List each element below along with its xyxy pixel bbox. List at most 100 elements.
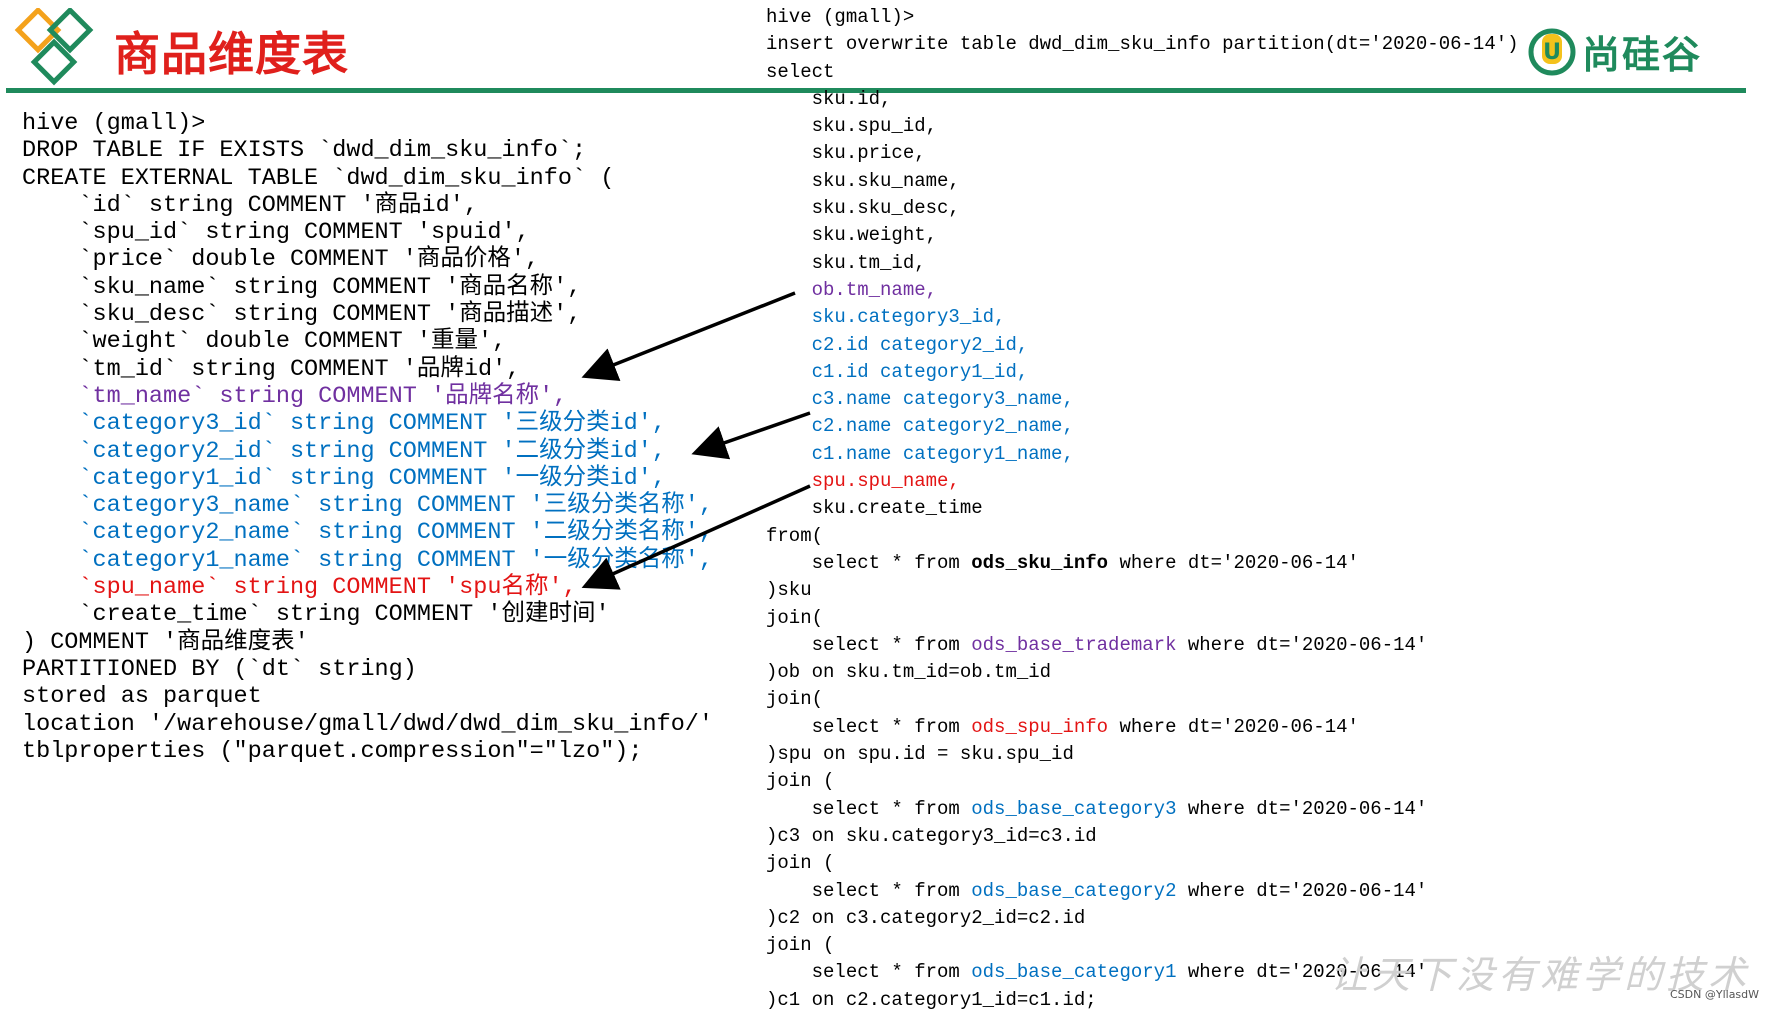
dml-line: sku.category3_id, (766, 304, 1519, 331)
dml-line: spu.spu_name, (766, 468, 1519, 495)
dml-segment: where dt='2020-06-14' (1176, 879, 1428, 902)
page-title: 商品维度表 (114, 27, 349, 81)
dml-line: )ob on sku.tm_id=ob.tm_id (766, 659, 1519, 686)
dml-segment: sku.sku_name, (766, 169, 960, 192)
brand-logo: U 尚硅谷 (1528, 24, 1702, 79)
dml-segment: where dt='2020-06-14' (1176, 633, 1428, 656)
dml-line: c2.id category2_id, (766, 332, 1519, 359)
dml-segment: join ( (766, 934, 835, 957)
dml-segment: select * from (766, 797, 972, 820)
dml-segment: select * from (766, 961, 972, 984)
dml-line: )c3 on sku.category3_id=c3.id (766, 823, 1519, 850)
dml-segment: where dt='2020-06-14' (1176, 797, 1428, 820)
dml-line: c1.name category1_name, (766, 441, 1519, 468)
dml-segment: ob.tm_name, (766, 278, 938, 301)
ddl-line: PARTITIONED BY (`dt` string) (22, 655, 417, 683)
dml-line: sku.tm_id, (766, 250, 1519, 277)
dml-line: sku.id, (766, 86, 1519, 113)
dml-segment: c1.id category1_id, (766, 360, 1029, 383)
ddl-line: `category3_name` string COMMENT '三级分类名称'… (22, 492, 713, 520)
ddl-line: `id` string COMMENT '商品id', (22, 191, 478, 219)
dml-line: sku.sku_desc, (766, 195, 1519, 222)
dml-segment: sku.spu_id, (766, 115, 938, 138)
dml-line: )sku (766, 577, 1519, 604)
ddl-line: `spu_id` string COMMENT 'spuid', (22, 219, 530, 247)
dml-line: sku.price, (766, 140, 1519, 167)
dml-line: )c2 on c3.category2_id=c2.id (766, 905, 1519, 932)
dml-segment: ods_base_trademark (971, 633, 1177, 656)
ddl-line: ) COMMENT '商品维度表' (22, 628, 309, 656)
dml-segment: from( (766, 524, 824, 547)
brand-name: 尚硅谷 (1582, 33, 1703, 77)
dml-line: select * from ods_base_trademark where d… (766, 632, 1519, 659)
dml-line: select * from ods_sku_info where dt='202… (766, 550, 1519, 577)
dml-segment: sku.weight, (766, 224, 938, 247)
dml-line: select * from ods_base_category3 where d… (766, 796, 1519, 823)
ddl-line: hive (gmall)> (22, 110, 206, 137)
dml-line: from( (766, 523, 1519, 550)
credit-text: CSDN @YllasdW (1670, 988, 1760, 1001)
dml-segment: select * from (766, 551, 972, 574)
brand-u-icon: U (1528, 28, 1576, 75)
dml-segment: sku.sku_desc, (766, 197, 960, 220)
dml-line: sku.create_time (766, 495, 1519, 522)
dml-segment: )c3 on sku.category3_id=c3.id (766, 824, 1097, 847)
dml-segment: join( (766, 688, 824, 711)
ddl-code-block: hive (gmall)> DROP TABLE IF EXISTS `dwd_d… (22, 110, 713, 765)
dml-line: )spu on spu.id = sku.spu_id (766, 741, 1519, 768)
ddl-line: `price` double COMMENT '商品价格', (22, 246, 540, 274)
dml-line: c2.name category2_name, (766, 413, 1519, 440)
dml-segment: c2.id category2_id, (766, 333, 1029, 356)
ddl-line: `category2_id` string COMMENT '二级分类id', (22, 437, 666, 465)
dml-segment: select * from (766, 715, 972, 738)
dml-segment: sku.category3_id, (766, 306, 1006, 329)
dml-segment: )c2 on c3.category2_id=c2.id (766, 906, 1086, 929)
dml-segment: ods_base_category2 (971, 879, 1177, 902)
dml-code-block: hive (gmall)> insert overwrite table dwd_… (766, 4, 1519, 1014)
dml-segment: ods_spu_info (971, 715, 1109, 738)
ddl-line: stored as parquet (22, 683, 262, 711)
dml-segment: sku.price, (766, 142, 926, 165)
dml-segment: )sku (766, 579, 812, 602)
ddl-line: `spu_name` string COMMENT 'spu名称', (22, 574, 577, 602)
dml-segment: select * from (766, 633, 972, 656)
ddl-line: `tm_name` string COMMENT '品牌名称', (22, 382, 568, 410)
dml-segment: )c1 on c2.category1_id=c1.id; (766, 988, 1097, 1011)
dml-line: sku.weight, (766, 222, 1519, 249)
dml-line: join( (766, 686, 1519, 713)
dml-segment: c2.name category2_name, (766, 415, 1074, 438)
dml-segment: ods_sku_info (971, 551, 1109, 574)
dml-line: select * from ods_spu_info where dt='202… (766, 714, 1519, 741)
dml-segment: join( (766, 606, 824, 629)
ddl-line: `category1_name` string COMMENT '一级分类名称'… (22, 546, 713, 574)
dml-line: c3.name category3_name, (766, 386, 1519, 413)
dml-line: ob.tm_name, (766, 277, 1519, 304)
dml-segment: c3.name category3_name, (766, 388, 1074, 411)
dml-segment: sku.create_time (766, 497, 983, 520)
dml-segment: where dt='2020-06-14' (1108, 551, 1359, 574)
dml-segment: ods_base_category1 (971, 961, 1177, 984)
dml-segment: c1.name category1_name, (766, 442, 1074, 465)
dml-line: sku.spu_id, (766, 113, 1519, 140)
dml-line: sku.sku_name, (766, 168, 1519, 195)
ddl-line: tblproperties ("parquet.compression"="lz… (22, 737, 643, 765)
ddl-line: `create_time` string COMMENT '创建时间' (22, 601, 610, 629)
dml-segment: sku.id, (766, 87, 892, 110)
dml-segment: join ( (766, 770, 835, 793)
ddl-line: `category2_name` string COMMENT '二级分类名称'… (22, 519, 713, 547)
dml-segment: where dt='2020-06-14' (1108, 715, 1359, 738)
dml-segment: join ( (766, 852, 835, 875)
ddl-line: `sku_name` string COMMENT '商品名称', (22, 273, 582, 301)
dml-segment: )ob on sku.tm_id=ob.tm_id (766, 661, 1052, 684)
dml-line: join ( (766, 850, 1519, 877)
ddl-line: DROP TABLE IF EXISTS `dwd_dim_sku_info`; (22, 137, 587, 165)
dml-line: select (766, 59, 1519, 86)
dml-line: select * from ods_base_category2 where d… (766, 878, 1519, 905)
diamond-logo-icon (14, 8, 94, 86)
dml-segment: select * from (766, 879, 972, 902)
ddl-line: `tm_id` string COMMENT '品牌id', (22, 355, 521, 383)
dml-line: c1.id category1_id, (766, 359, 1519, 386)
ddl-line: `sku_desc` string COMMENT '商品描述', (22, 301, 582, 329)
ddl-line: CREATE EXTERNAL TABLE `dwd_dim_sku_info`… (22, 164, 615, 192)
dml-segment: hive (gmall)> (766, 6, 915, 28)
